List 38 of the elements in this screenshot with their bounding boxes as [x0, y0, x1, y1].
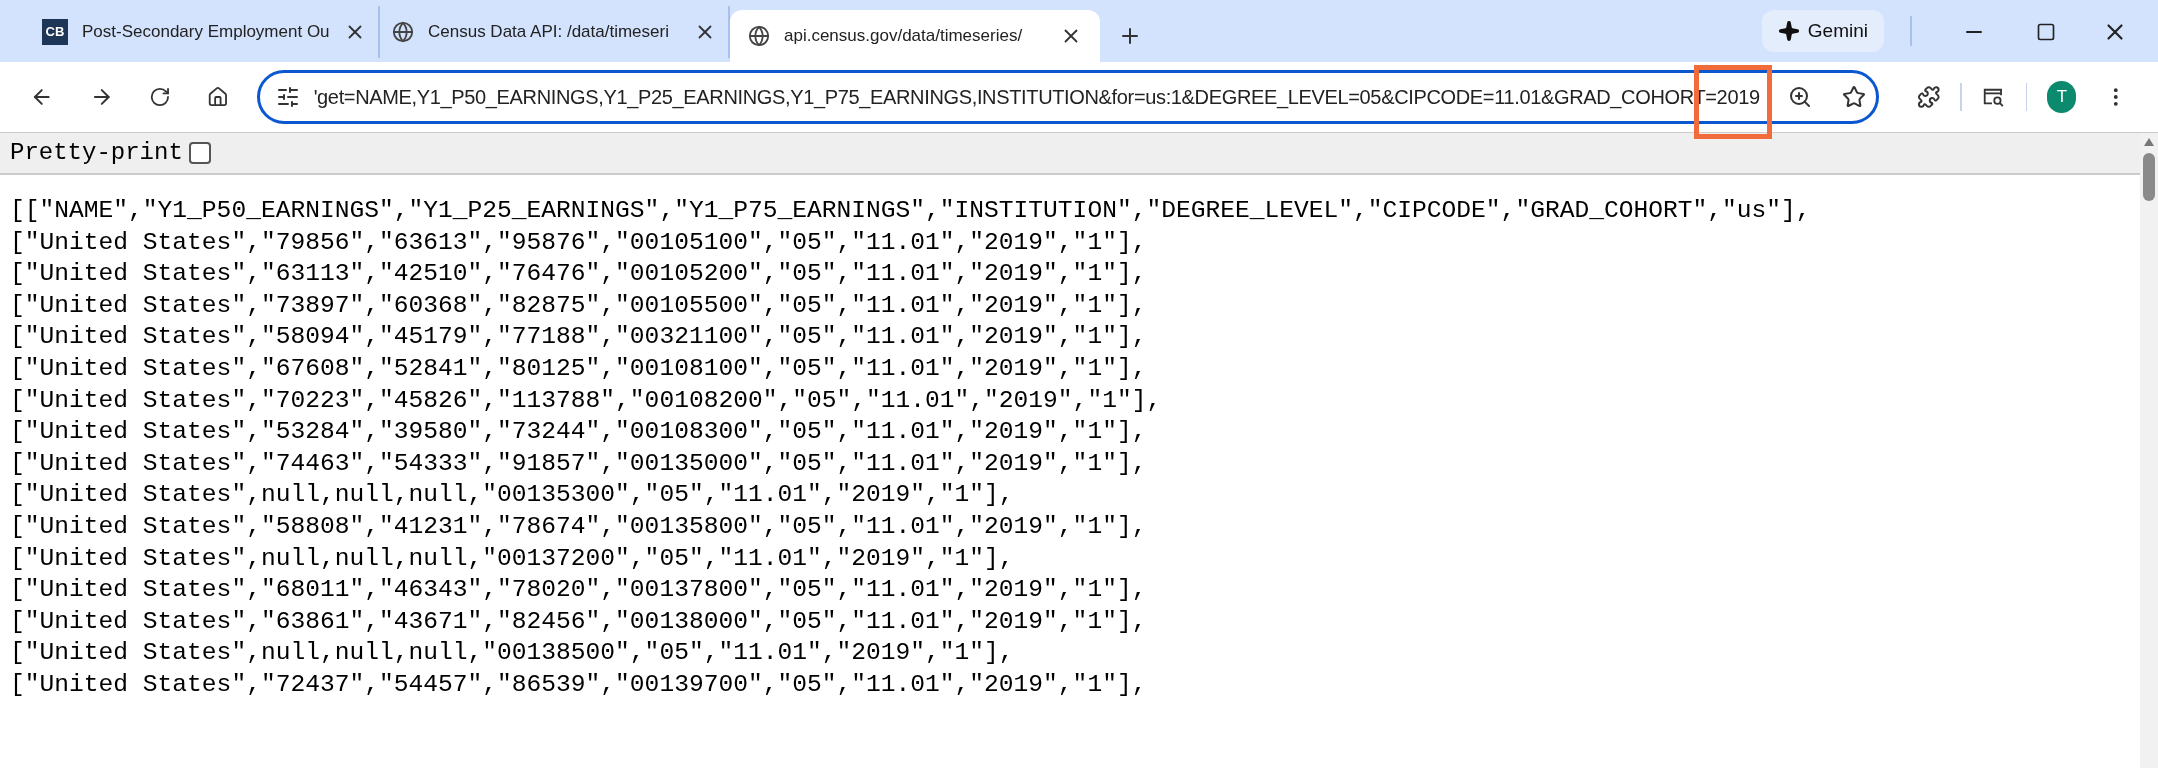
json-line: ["United States",null,null,null,"00138500","05","11.01","2019","1"],	[10, 638, 1015, 669]
json-line: ["United States","63861","43671","82456","00138000","05","11.01","2019","1"],	[10, 606, 1148, 637]
globe-icon	[392, 21, 414, 43]
json-line: ["United States","72437","54457","86539","00139700","05","11.01","2019","1"],	[10, 669, 1148, 700]
json-line: ["United States","58808","41231","78674","00135800","05","11.01","2019","1"],	[10, 511, 1148, 542]
star-icon[interactable]	[1841, 85, 1866, 109]
gemini-button[interactable]: Gemini	[1761, 10, 1884, 52]
pretty-print-label: Pretty-print	[10, 138, 183, 168]
tab-logo: CB	[42, 19, 68, 45]
extensions-icon[interactable]	[1916, 84, 1941, 110]
json-line: [["NAME","Y1_P50_EARNINGS","Y1_P25_EARNINGS","Y1_P75_EARNINGS","INSTITUTION","DEGREE_LEVEL","CIPCODE","GRAD_COHORT","us"],	[10, 196, 1812, 226]
json-line: ["United States",null,null,null,"00135300","05","11.01","2019","1"],	[10, 480, 1015, 511]
json-line: ["United States","68011","46343","78020","00137800","05","11.01","2019","1"],	[10, 575, 1148, 606]
json-line: ["United States","58094","45179","77188","00321100","05","11.01","2019","1"],	[10, 322, 1148, 353]
json-line: ["United States","74463","54333","91857","00135000","05","11.01","2019","1"],	[10, 448, 1148, 479]
json-line: ["United States","79856","63613","95876","00105100","05","11.01","2019","1"],	[10, 227, 1148, 258]
tab-title: Post-Secondary Employment Ou	[82, 21, 330, 44]
browser-tab[interactable]: CB Post-Secondary Employment Ou	[30, 6, 380, 58]
tab-title: api.census.gov/data/timeseries/	[784, 25, 1024, 48]
tab-title: Census Data API: /data/timeseri	[428, 21, 670, 44]
browser-tab[interactable]: api.census.gov/data/timeseries/	[730, 10, 1100, 62]
reload-icon[interactable]	[149, 85, 171, 109]
scroll-up-icon[interactable]	[2143, 137, 2155, 147]
json-line: ["United States","63113","42510","76476","00105200","05","11.01","2019","1"],	[10, 259, 1148, 290]
globe-icon	[748, 25, 770, 47]
site-info-icon[interactable]	[275, 85, 300, 109]
profile-avatar[interactable]: T	[2047, 81, 2077, 113]
home-icon[interactable]	[206, 85, 229, 109]
json-line: ["United States","73897","60368","82875","00105500","05","11.01","2019","1"],	[10, 290, 1148, 321]
sparkle-icon	[1777, 20, 1800, 42]
zoom-icon[interactable]	[1787, 85, 1812, 109]
json-line: ["United States","70223","45826","113788","00108200","05","11.01","2019","1"],	[10, 385, 1163, 416]
maximize-icon[interactable]	[2036, 22, 2056, 42]
pretty-print-checkbox[interactable]	[188, 142, 211, 164]
json-line: ["United States",null,null,null,"00137200","05","11.01","2019","1"],	[10, 543, 1015, 574]
scrollbar-thumb[interactable]	[2143, 153, 2155, 201]
json-line: ["United States","67608","52841","80125","00108100","05","11.01","2019","1"],	[10, 353, 1148, 384]
json-line: ["United States","53284","39580","73244","00108300","05","11.01","2019","1"],	[10, 417, 1148, 448]
